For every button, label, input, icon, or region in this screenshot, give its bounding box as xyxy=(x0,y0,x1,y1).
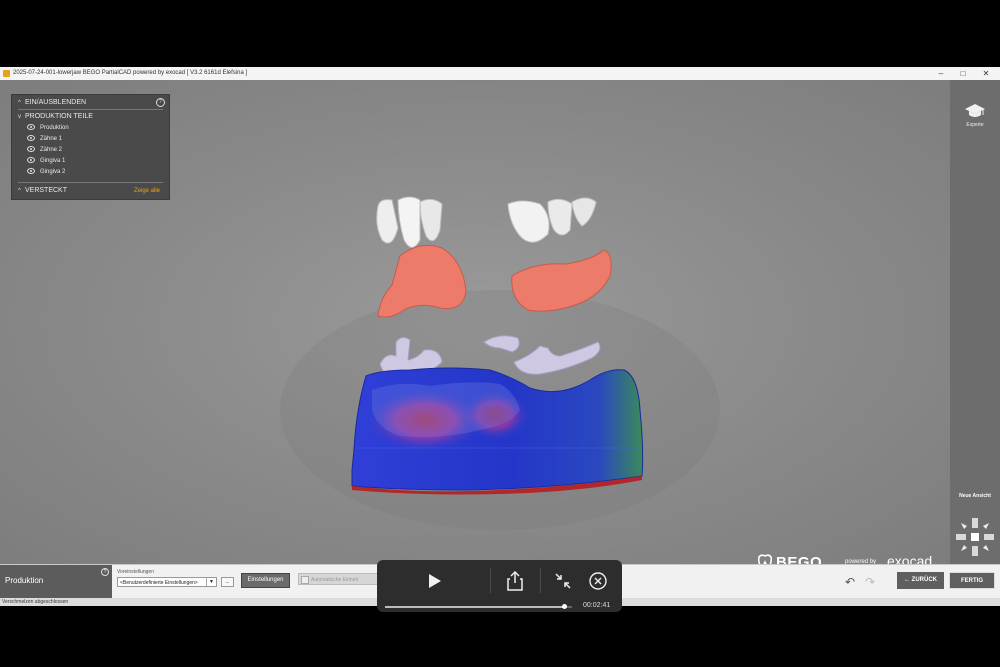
list-item[interactable]: Produktion xyxy=(27,123,69,134)
jaw-model xyxy=(351,367,644,495)
teeth-left xyxy=(376,196,443,248)
undo-icon[interactable]: ↶ xyxy=(845,575,855,589)
graduation-cap-icon xyxy=(965,104,985,117)
eye-icon[interactable] xyxy=(27,135,35,142)
right-toolbar: Experte Neue Ansicht xyxy=(950,80,1000,564)
experts-label: Experte xyxy=(966,122,984,128)
list-item[interactable]: Gingiva 1 xyxy=(27,156,65,167)
eye-icon[interactable] xyxy=(27,157,35,164)
view-cube-icon[interactable] xyxy=(954,516,996,558)
presets-label: Voreinstellungen xyxy=(117,569,154,575)
title-bar: 2025-07-24-001-lowerjaw BEGO PartialCAD … xyxy=(0,67,1000,81)
help-icon[interactable]: ? xyxy=(101,568,109,576)
list-item[interactable]: Zähne 1 xyxy=(27,134,62,145)
list-item[interactable]: Zähne 2 xyxy=(27,145,62,156)
chevron-up-icon: ^ xyxy=(18,100,21,106)
step-panel: Produktion ? xyxy=(0,565,112,599)
item-label: Zähne 2 xyxy=(40,147,63,153)
elapsed-time: 00:02:41 xyxy=(583,602,611,609)
presets-select-value: <Benutzerdefinierte Einstellungen> xyxy=(120,580,198,586)
section-toggle-hidden[interactable]: ^ VERSTECKT xyxy=(18,185,67,196)
separator xyxy=(490,568,491,593)
eye-icon[interactable] xyxy=(27,146,35,153)
close-circle-icon[interactable] xyxy=(589,572,607,590)
more-options-button[interactable]: ... xyxy=(221,577,234,587)
section-toggle-visibility[interactable]: ^ EIN/AUSBLENDEN xyxy=(18,97,86,108)
media-player-overlay: 00:02:41 xyxy=(377,560,622,612)
group-title: PRODUKTION TEILE xyxy=(25,113,93,120)
presets-select[interactable]: <Benutzerdefinierte Einstellungen> ▼ xyxy=(117,577,217,587)
step-label: Produktion xyxy=(5,576,44,585)
show-all-link[interactable]: Zeige alle xyxy=(134,188,160,194)
back-button[interactable]: ← ZURÜCK xyxy=(897,572,944,589)
chevron-up-icon: ^ xyxy=(18,188,21,194)
play-icon[interactable] xyxy=(428,573,442,589)
experts-button[interactable]: Experte xyxy=(958,103,992,128)
item-label: Zähne 1 xyxy=(40,136,63,142)
section-title: EIN/AUSBLENDEN xyxy=(25,99,87,106)
app-icon xyxy=(3,70,10,77)
gingiva-right xyxy=(511,249,612,312)
item-label: Produktion xyxy=(40,125,69,131)
collapse-icon[interactable] xyxy=(555,573,571,589)
chevron-down-icon: v xyxy=(18,114,21,120)
maximize-button[interactable]: □ xyxy=(952,67,974,80)
item-label: Gingiva 2 xyxy=(40,169,66,175)
share-icon[interactable] xyxy=(507,571,523,591)
divider xyxy=(18,109,163,110)
finish-button[interactable]: FERTIG xyxy=(949,572,995,589)
eye-icon[interactable] xyxy=(27,168,35,175)
visibility-panel: ^ EIN/AUSBLENDEN ? v PRODUKTION TEILE Prod… xyxy=(11,94,170,200)
redo-icon[interactable]: ↷ xyxy=(865,575,875,589)
list-item[interactable]: Gingiva 2 xyxy=(27,167,65,178)
close-button[interactable]: ✕ xyxy=(975,67,997,80)
checkbox-box[interactable] xyxy=(301,576,309,584)
arrow-left-icon: ← xyxy=(903,577,912,583)
eye-icon[interactable] xyxy=(27,124,35,131)
progress-track[interactable] xyxy=(385,604,572,609)
chevron-down-icon[interactable]: ▼ xyxy=(206,578,216,586)
item-label: Gingiva 1 xyxy=(40,158,66,164)
separator xyxy=(540,568,541,593)
teeth-right xyxy=(507,197,597,243)
progress-fill xyxy=(385,606,565,608)
divider xyxy=(18,182,163,183)
window-title: 2025-07-24-001-lowerjaw BEGO PartialCAD … xyxy=(13,70,248,76)
checkbox-label: Automatische Einheit xyxy=(311,577,358,583)
back-label: ZURÜCK xyxy=(911,577,937,583)
auto-unit-checkbox[interactable]: Automatische Einheit xyxy=(298,573,378,585)
status-text: Verschmelzen abgeschlossen xyxy=(2,599,69,605)
minimize-button[interactable]: – xyxy=(930,67,952,80)
settings-button[interactable]: Einstellungen xyxy=(241,573,290,588)
group-toggle-production-parts[interactable]: v PRODUKTION TEILE xyxy=(18,111,93,122)
app-window: 2025-07-24-001-lowerjaw BEGO PartialCAD … xyxy=(0,67,1000,606)
progress-handle[interactable] xyxy=(562,604,568,609)
new-view-label: Neue Ansicht xyxy=(959,493,991,499)
help-icon[interactable]: ? xyxy=(156,98,165,107)
hidden-title: VERSTECKT xyxy=(25,187,68,194)
